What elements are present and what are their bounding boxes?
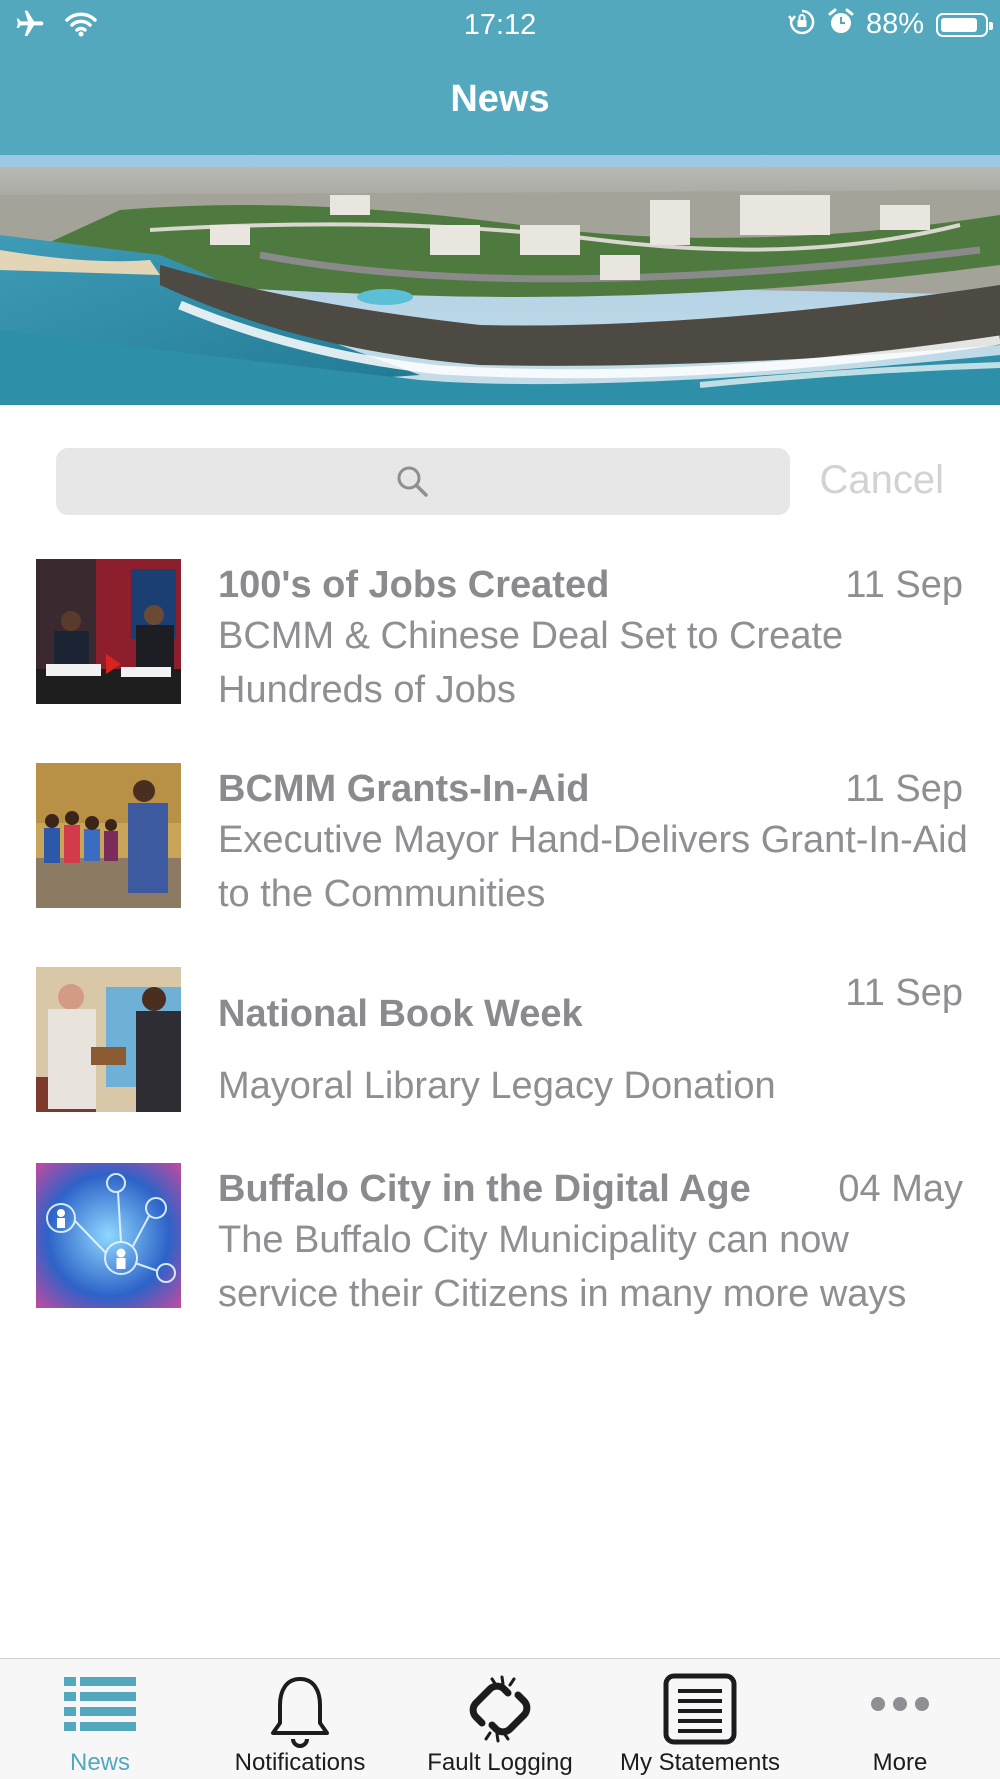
news-date: 11 Sep <box>845 768 963 810</box>
rotation-lock-icon <box>787 8 816 41</box>
news-subtitle: Mayoral Library Legacy Donation <box>218 1065 776 1107</box>
news-item[interactable]: Buffalo City in the Digital Age 04 May T… <box>0 1163 1000 1343</box>
news-title: Buffalo City in the Digital Age <box>218 1168 751 1210</box>
hero-banner-image <box>0 155 1000 405</box>
news-subtitle: The Buffalo City Municipality can now se… <box>218 1219 907 1315</box>
page-title: News <box>450 78 550 120</box>
news-subtitle: BCMM & Chinese Deal Set to Create Hundre… <box>218 615 844 711</box>
status-right: 88% <box>787 8 993 41</box>
tab-label: News <box>69 1749 130 1776</box>
news-title: 100's of Jobs Created <box>218 564 610 606</box>
tab-notifications[interactable]: Notifications <box>200 1659 400 1779</box>
tab-my-statements[interactable]: My Statements <box>600 1659 800 1779</box>
news-item[interactable]: National Book Week 11 Sep Mayoral Librar… <box>0 967 1000 1147</box>
alarm-icon <box>828 8 854 41</box>
news-subtitle: Executive Mayor Hand-Delivers Grant-In-A… <box>218 819 968 915</box>
status-bar: 17:12 88% <box>0 0 1000 50</box>
tab-fault-logging[interactable]: Fault Logging <box>400 1659 600 1779</box>
tab-label: My Statements <box>619 1749 781 1776</box>
news-thumbnail <box>36 967 181 1112</box>
search-icon <box>395 464 429 503</box>
news-title: BCMM Grants-In-Aid <box>218 768 590 810</box>
news-item[interactable]: 100's of Jobs Created 11 Sep BCMM & Chin… <box>0 559 1000 739</box>
document-icon <box>600 1673 800 1749</box>
tab-label: Fault Logging <box>427 1749 573 1776</box>
tab-label: Notifications <box>234 1749 366 1776</box>
news-thumbnail <box>36 1163 181 1308</box>
tab-more[interactable]: More <box>800 1659 1000 1779</box>
news-date: 11 Sep <box>845 564 963 606</box>
search-input[interactable] <box>56 448 790 515</box>
bell-icon <box>200 1673 400 1749</box>
cancel-button[interactable]: Cancel <box>819 458 944 503</box>
tab-bar: News Notifications Fault Logging My Stat… <box>0 1658 1000 1779</box>
news-date: 11 Sep <box>845 972 963 1014</box>
tab-label: More <box>872 1749 928 1776</box>
battery-percent: 88% <box>865 8 924 40</box>
broken-link-icon <box>400 1673 600 1749</box>
news-thumbnail <box>36 763 181 908</box>
battery-level <box>941 17 977 32</box>
news-item[interactable]: BCMM Grants-In-Aid 11 Sep Executive Mayo… <box>0 763 1000 943</box>
news-date: 04 May <box>838 1168 963 1210</box>
news-thumbnail <box>36 559 181 704</box>
tab-news[interactable]: News <box>0 1659 200 1779</box>
battery-icon <box>936 12 993 37</box>
list-icon <box>0 1673 200 1749</box>
app-header: 17:12 88% News <box>0 0 1000 155</box>
more-dots-icon <box>800 1673 1000 1749</box>
news-title: National Book Week <box>218 993 583 1035</box>
